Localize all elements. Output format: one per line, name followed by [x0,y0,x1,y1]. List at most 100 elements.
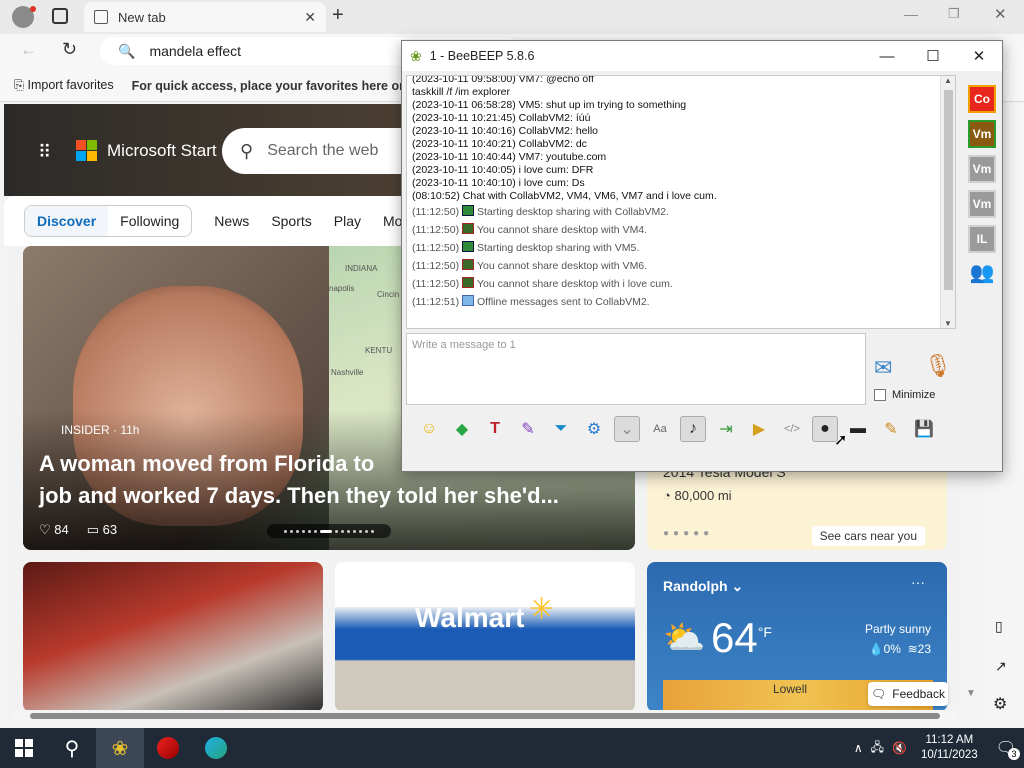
screenshot-button[interactable]: ▬ [845,416,871,442]
chat-line: (2023-10-11 10:21:45) CollabVM2: íúú [412,112,591,124]
feedback-button[interactable]: 🗨 Feedback [868,682,948,706]
system-message: (11:12:50) Starting desktop sharing with… [407,239,955,257]
mouse-cursor: ➚ [834,432,848,449]
walmart-news-card[interactable]: Walmart ✳ [335,562,635,710]
horizontal-scrollbar[interactable] [14,711,958,721]
scroll-down-icon[interactable]: ▼ [944,319,952,328]
split-screen-icon[interactable]: ▯ [995,618,1003,635]
taskbar-app-red[interactable] [144,728,192,768]
notifications-button[interactable]: 🗨 3 [996,738,1020,760]
tray-button[interactable]: ⌄ [614,416,640,442]
font-button[interactable]: Aa [647,416,673,442]
clock-time: 11:12 AM [925,734,974,746]
show-hidden-icons[interactable]: ∧ [854,741,863,755]
filter-button[interactable]: ⏷ [548,416,574,442]
back-button[interactable]: ← [20,40,37,60]
search-button[interactable]: ⚲ [48,728,96,768]
like-button[interactable]: ♡ 84 [39,522,69,538]
chat-line: (2023-10-11 10:40:10) i love cum: Ds [412,177,585,189]
send-folder-button[interactable]: ▶ [746,416,772,442]
nav-item-sports[interactable]: Sports [271,213,311,229]
user-avatar-collabvm2[interactable]: Co [968,85,996,113]
taskbar-beebeep[interactable]: ❀ [96,728,144,768]
carousel-dots[interactable]: ●●●●● [663,528,713,539]
location-label: Randolph [663,578,728,594]
green-gem-icon[interactable]: ◆ [449,416,475,442]
scrollbar-thumb[interactable] [944,90,953,290]
close-tab-icon[interactable]: ✕ [304,9,316,26]
see-cars-button[interactable]: See cars near you [811,526,925,546]
send-file-button[interactable]: ⇥ [713,416,739,442]
music-note-button[interactable]: ♪ [680,416,706,442]
new-tab-button[interactable]: + [332,4,344,27]
user-initials: Vm [970,122,994,146]
user-avatar-vm[interactable]: Vm [968,120,996,148]
message-input[interactable]: Write a message to 1 [406,333,866,405]
user-avatar-vm[interactable]: Vm [968,190,996,218]
maximize-button[interactable]: ☐ [910,41,956,71]
nav-item-news[interactable]: News [214,213,249,229]
nav-item-more[interactable]: Mo [383,213,402,229]
temperature-unit: °F [757,624,772,640]
scroll-down-icon[interactable]: ▼ [966,688,976,699]
wind-icon: ≋ [907,642,918,656]
window-close-button[interactable]: ✕ [994,5,1007,23]
save-chat-button[interactable]: 💾 [911,416,937,442]
settings-gear-icon[interactable]: ⚙ [993,694,1007,714]
open-external-icon[interactable]: ↗ [995,658,1007,675]
chat-line: (2023-10-11 10:40:44) VM7: youtube.com [412,151,607,163]
settings-gear-button[interactable]: ⚙ [581,416,607,442]
brand[interactable]: Microsoft Start [76,140,217,161]
window-restore-button[interactable]: ❐ [948,6,960,22]
weather-location[interactable]: Randolph ⌄ [663,578,743,595]
chat-history[interactable]: (2023-10-11 09:58:00) VM7: @echo off tas… [406,75,956,329]
scroll-up-icon[interactable]: ▲ [944,76,952,85]
user-avatar-il[interactable]: IL [968,225,996,253]
nav-item-play[interactable]: Play [334,213,361,229]
message-time: (11:12:50) [412,242,460,254]
clock[interactable]: 11:12 AM 10/11/2023 [921,733,978,763]
color-wand-button[interactable]: ✎ [515,416,541,442]
volume-muted-icon[interactable]: 🔇 [892,741,907,755]
message-time: (11:12:51) [412,296,460,308]
checkbox-box[interactable] [874,389,886,401]
start-button[interactable] [0,728,48,768]
comment-button[interactable]: ▭ 63 [87,522,117,538]
group-users-icon[interactable]: 👥 [970,260,995,285]
minimize-checkbox[interactable]: Minimize [874,389,935,401]
tab-discover[interactable]: Discover [25,206,109,236]
refresh-button[interactable]: ↻ [62,39,77,60]
tab-new-tab[interactable]: New tab ✕ [84,2,326,32]
notes-button[interactable]: ✎ [878,416,904,442]
favorites-hint: For quick access, place your favorites h… [131,78,423,93]
apps-grid-icon[interactable]: ⠿ [38,142,53,163]
voice-message-button[interactable]: 🎙 [924,353,952,379]
scrollbar-thumb[interactable] [30,713,940,719]
network-icon[interactable]: 🖧 [871,738,884,759]
news-card-photo[interactable] [23,562,323,710]
text-format-button[interactable]: T [482,416,508,442]
more-options-icon[interactable]: ··· [911,574,925,590]
chat-scrollbar[interactable]: ▲ ▼ [940,76,955,328]
minimize-button[interactable]: — [864,41,910,71]
emoticon-button[interactable]: ☺ [416,416,442,442]
comment-icon: ▭ [86,522,100,537]
user-avatar-vm[interactable]: Vm [968,155,996,183]
taskbar-edge[interactable] [192,728,240,768]
code-button[interactable]: </> [779,416,805,442]
beebeep-titlebar[interactable]: ❀ 1 - BeeBEEP 5.8.6 — ☐ ✕ [402,41,1002,71]
tab-following[interactable]: Following [108,206,191,236]
headline-line-2: job and worked 7 days. Then they told he… [39,483,559,508]
close-button[interactable]: ✕ [956,41,1002,71]
send-message-button[interactable]: ✉ [874,355,892,381]
chat-line: (08:10:52) Chat with CollabVM2, VM4, VM6… [412,190,717,202]
carousel-dots[interactable] [267,524,391,538]
system-message: (11:12:50) You cannot share desktop with… [407,221,955,239]
import-favorites-link[interactable]: ⎘ Import favorites [14,78,114,93]
chat-line: taskkill /f /im explorer [412,86,511,98]
partly-sunny-icon: ⛅ [663,619,706,657]
window-title: 1 - BeeBEEP 5.8.6 [429,49,535,63]
tab-actions-icon[interactable] [52,8,68,24]
window-minimize-button[interactable]: — [904,6,918,22]
notification-count: 3 [1008,748,1020,760]
